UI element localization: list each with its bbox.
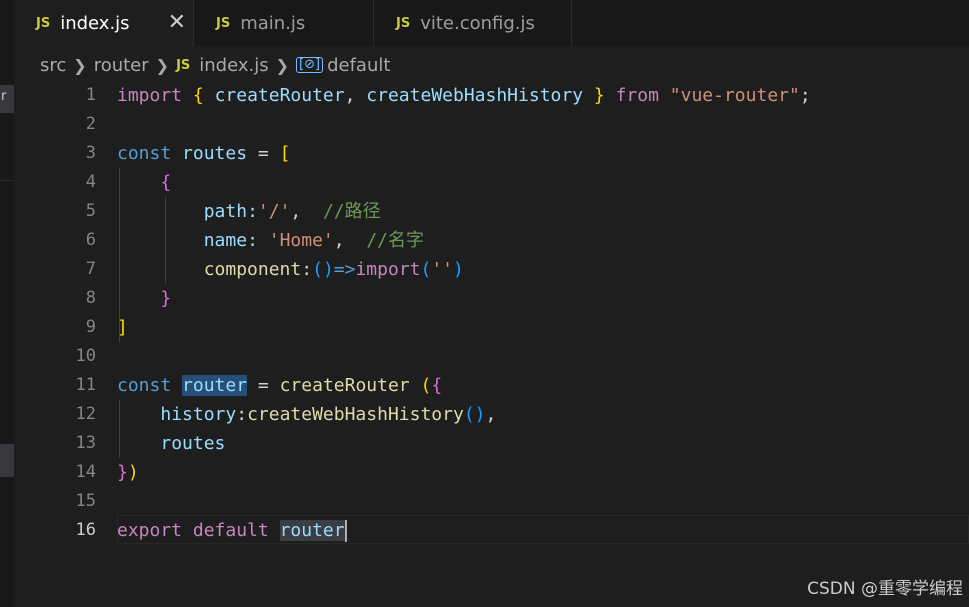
code-line[interactable]: 2 bbox=[14, 110, 969, 139]
chevron-right-icon: ❯ bbox=[73, 55, 87, 75]
tab-index-js[interactable]: JS index.js ✕ bbox=[14, 0, 194, 46]
js-file-icon: JS bbox=[396, 15, 411, 31]
line-number: 10 bbox=[75, 346, 96, 366]
code-text: component:()=>import('') bbox=[203, 259, 464, 280]
line-number: 6 bbox=[85, 230, 96, 250]
code-text: export default router bbox=[117, 520, 347, 542]
code-text: } bbox=[160, 288, 172, 309]
line-number: 13 bbox=[75, 433, 96, 453]
code-line[interactable]: 11 const router = createRouter ({ bbox=[14, 371, 969, 400]
tab-label: index.js bbox=[60, 12, 130, 34]
line-number: 15 bbox=[75, 491, 96, 511]
tab-bar: JS index.js ✕ JS main.js JS vite.config.… bbox=[14, 0, 969, 46]
code-text: { bbox=[160, 172, 172, 193]
code-line[interactable]: 9 ] bbox=[14, 313, 969, 342]
tab-label: main.js bbox=[240, 12, 306, 34]
breadcrumb-file[interactable]: index.js bbox=[199, 55, 268, 76]
tab-vite-config-js[interactable]: JS vite.config.js bbox=[374, 0, 572, 46]
chevron-right-icon: ❯ bbox=[275, 55, 290, 75]
code-text: history:createWebHashHistory(), bbox=[160, 404, 497, 425]
watermark: CSDN @重零学编程 bbox=[807, 579, 963, 599]
breadcrumb-router[interactable]: router bbox=[94, 55, 149, 76]
breadcrumb: src ❯ router ❯ JS index.js ❯ [⊘] default bbox=[40, 52, 390, 78]
breadcrumb-src[interactable]: src bbox=[40, 55, 66, 76]
divider bbox=[0, 180, 14, 181]
close-icon[interactable]: ✕ bbox=[168, 12, 186, 34]
code-text: name: 'Home', //名字 bbox=[203, 230, 424, 251]
js-file-icon: JS bbox=[216, 15, 231, 31]
code-line[interactable]: 5 path:'/', //路径 bbox=[14, 197, 969, 226]
code-line[interactable]: 7 component:()=>import('') bbox=[14, 255, 969, 284]
line-number: 2 bbox=[85, 114, 96, 134]
symbol-variable-icon: [⊘] bbox=[296, 57, 324, 73]
code-line-current[interactable]: 16 export default router bbox=[14, 515, 969, 545]
chevron-right-icon: ❯ bbox=[155, 55, 170, 75]
text-cursor bbox=[344, 520, 347, 542]
tab-main-js[interactable]: JS main.js bbox=[194, 0, 374, 46]
code-text: routes bbox=[160, 433, 226, 454]
activity-strip: r bbox=[0, 0, 14, 607]
code-line[interactable]: 10 bbox=[14, 342, 969, 371]
js-file-icon: JS bbox=[176, 57, 191, 73]
code-editor[interactable]: 1 import { createRouter, createWebHashHi… bbox=[14, 81, 969, 607]
code-text: }) bbox=[117, 462, 139, 483]
code-text: import { createRouter, createWebHashHist… bbox=[117, 85, 811, 106]
line-number: 3 bbox=[85, 143, 96, 163]
code-line[interactable]: 1 import { createRouter, createWebHashHi… bbox=[14, 81, 969, 110]
breadcrumb-symbol[interactable]: default bbox=[327, 55, 390, 76]
code-text: const router = createRouter ({ bbox=[117, 375, 443, 396]
sidebar-partial-item[interactable]: r bbox=[0, 85, 14, 113]
code-line[interactable]: 12 history:createWebHashHistory(), bbox=[14, 400, 969, 429]
code-line[interactable]: 4 { bbox=[14, 168, 969, 197]
line-number: 7 bbox=[85, 259, 96, 279]
sidebar-partial-selected[interactable] bbox=[0, 444, 14, 477]
js-file-icon: JS bbox=[36, 15, 51, 31]
line-number: 12 bbox=[75, 404, 96, 424]
code-line[interactable]: 8 } bbox=[14, 284, 969, 313]
code-text: const routes = [ bbox=[117, 143, 291, 164]
code-line[interactable]: 15 bbox=[14, 487, 969, 516]
sidebar-partial-label: r bbox=[1, 89, 7, 104]
code-line[interactable]: 3 const routes = [ bbox=[14, 139, 969, 168]
line-number: 5 bbox=[85, 201, 96, 221]
line-number: 8 bbox=[85, 288, 96, 308]
code-text: path:'/', //路径 bbox=[203, 201, 381, 222]
code-text: ] bbox=[117, 317, 128, 338]
code-line[interactable]: 6 name: 'Home', //名字 bbox=[14, 226, 969, 255]
line-number: 9 bbox=[85, 317, 96, 337]
line-number: 1 bbox=[85, 85, 96, 105]
line-number: 14 bbox=[75, 462, 96, 482]
line-number: 11 bbox=[75, 375, 96, 395]
tab-label: vite.config.js bbox=[420, 12, 535, 34]
code-line[interactable]: 14 }) bbox=[14, 458, 969, 487]
code-line[interactable]: 13 routes bbox=[14, 429, 969, 458]
line-number: 16 bbox=[75, 520, 96, 540]
line-number: 4 bbox=[85, 172, 96, 192]
